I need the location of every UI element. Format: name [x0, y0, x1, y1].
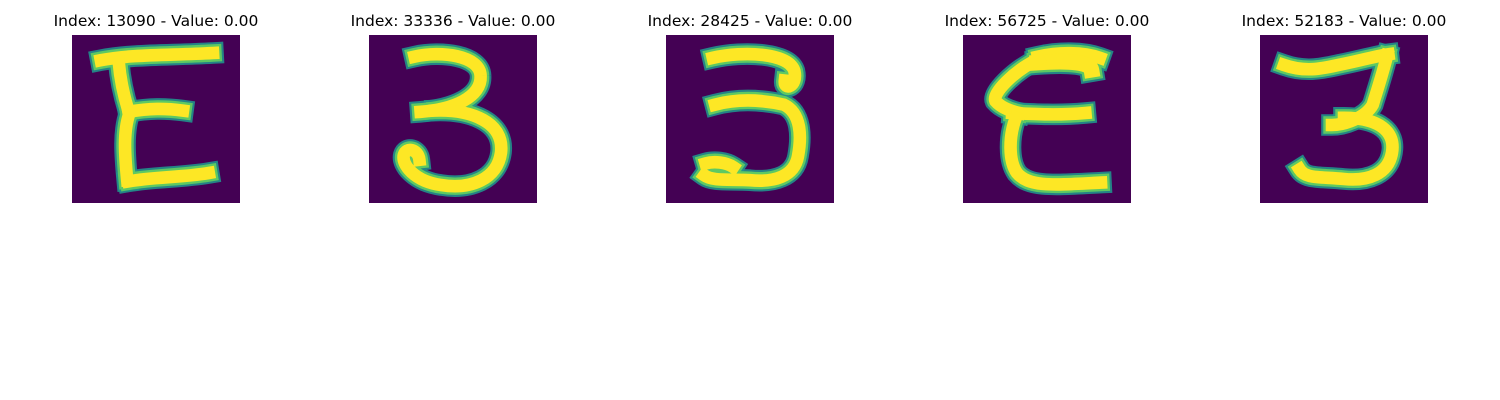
digit-heatmap-svg: [72, 35, 240, 203]
digit-heatmap-svg: [1260, 35, 1428, 203]
image-panel-5: Index: 52183 - Value: 0.00: [1204, 0, 1484, 210]
digit-stroke: [697, 155, 742, 176]
digit-heatmap: [666, 35, 834, 203]
image-panel-1: Index: 13090 - Value: 0.00: [16, 0, 296, 210]
digit-heatmap: [369, 35, 537, 203]
panel-title: Index: 52183 - Value: 0.00: [1241, 12, 1447, 30]
image-panel-2: Index: 33336 - Value: 0.00: [313, 0, 593, 210]
digit-heatmap-svg: [963, 35, 1131, 203]
digit-stroke: [118, 104, 138, 188]
figure: { "figure": { "colormap": "viridis", "ba…: [0, 0, 1500, 400]
digit-heatmap: [1260, 35, 1428, 203]
digit-heatmap-svg: [666, 35, 834, 203]
digit-stroke: [121, 165, 217, 189]
digit-stroke: [1029, 53, 1101, 79]
panel-title: Index: 33336 - Value: 0.00: [350, 12, 556, 30]
image-panel-3: Index: 28425 - Value: 0.00: [610, 0, 890, 210]
panel-title: Index: 13090 - Value: 0.00: [53, 12, 259, 30]
panel-title: Index: 56725 - Value: 0.00: [944, 12, 1150, 30]
digit-heatmap-svg: [369, 35, 537, 203]
digit-heatmap: [963, 35, 1131, 203]
digit-heatmap: [72, 35, 240, 203]
panel-title: Index: 28425 - Value: 0.00: [647, 12, 853, 30]
image-panel-4: Index: 56725 - Value: 0.00: [907, 0, 1187, 210]
